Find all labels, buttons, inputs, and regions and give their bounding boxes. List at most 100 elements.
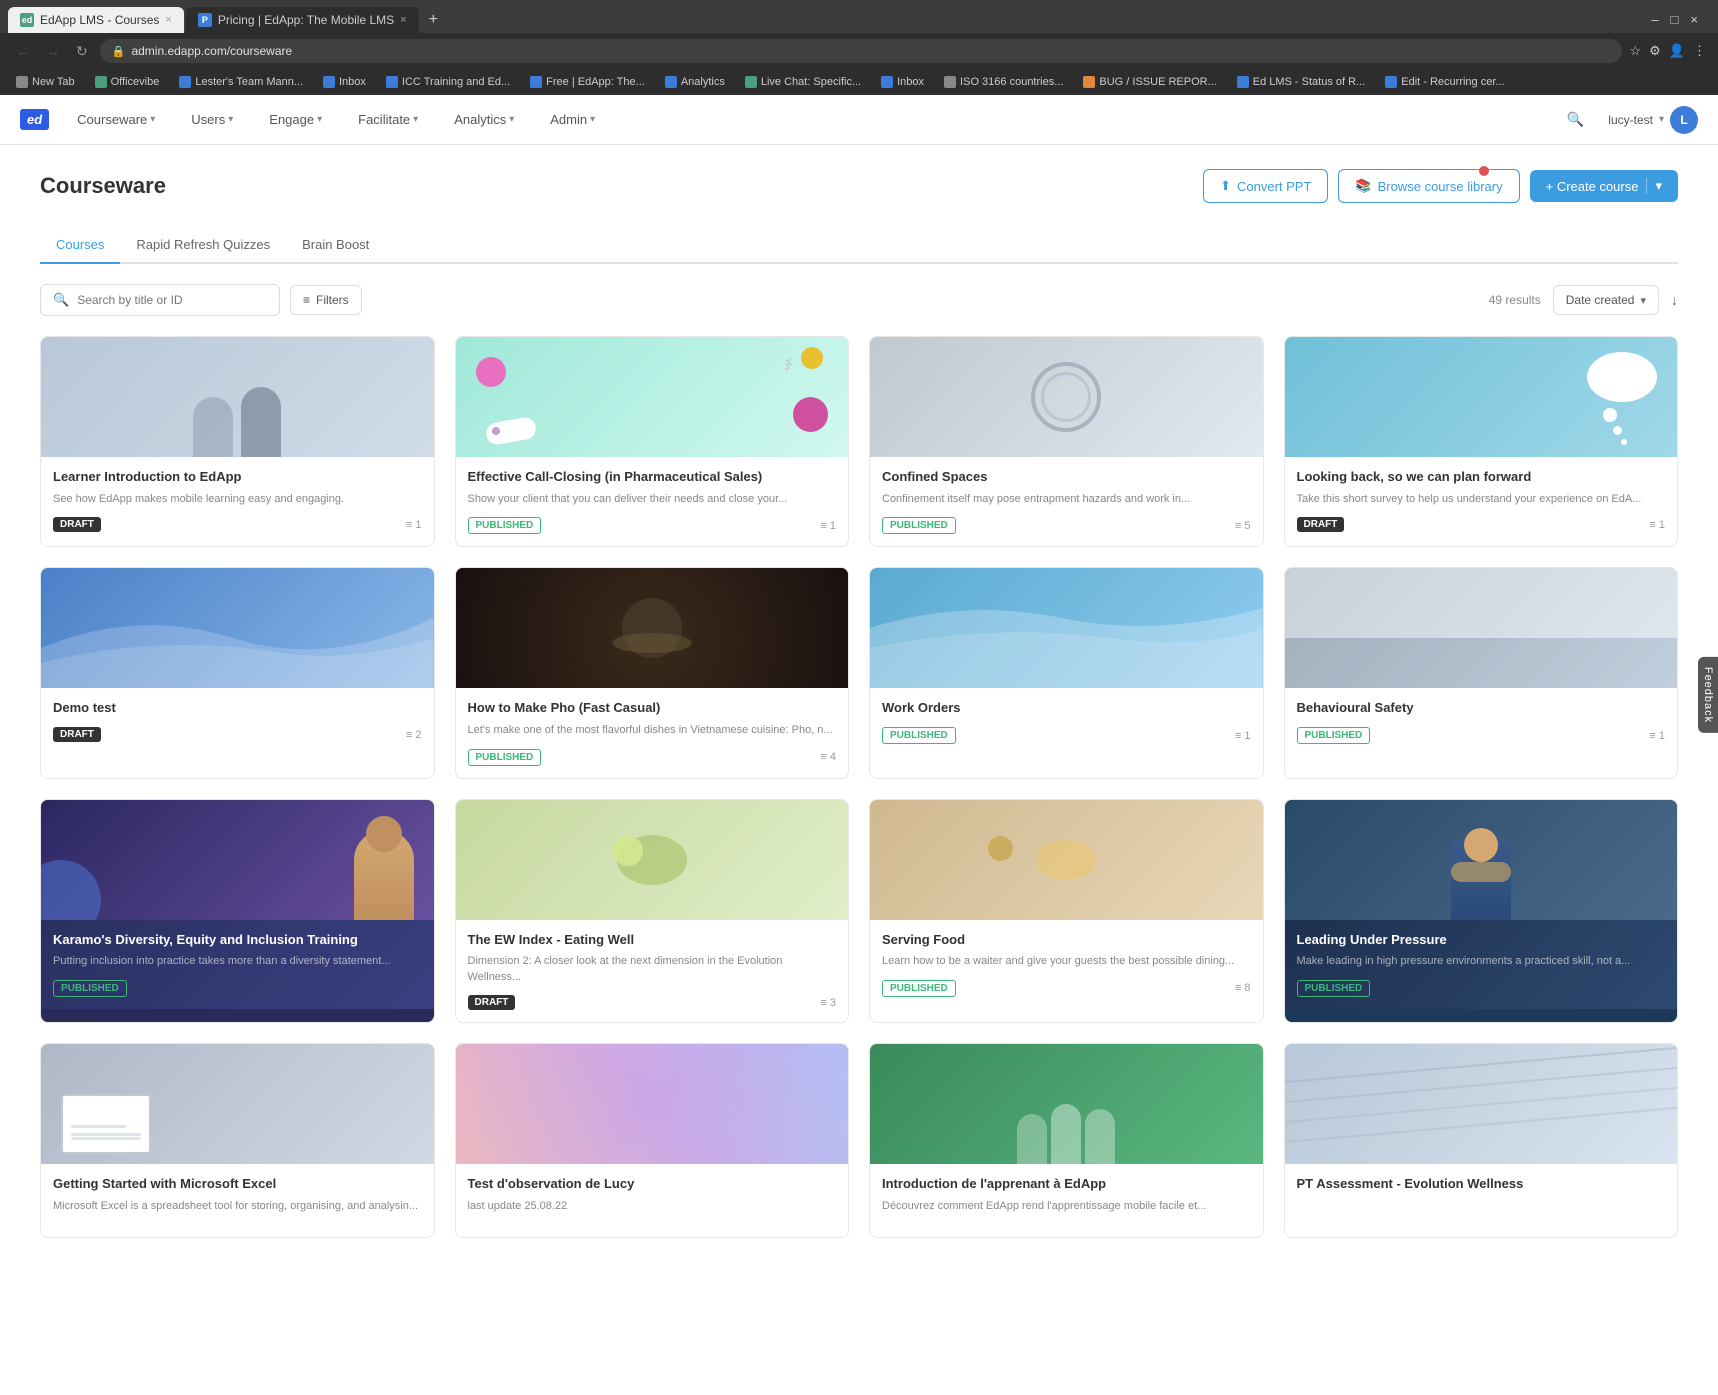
nav-users-label: Users <box>191 112 225 127</box>
course-card-serving-food[interactable]: Serving Food Learn how to be a waiter an… <box>869 799 1264 1024</box>
status-badge: PUBLISHED <box>1297 727 1371 744</box>
tab-pricing[interactable]: P Pricing | EdApp: The Mobile LMS × <box>186 7 419 33</box>
tab-edapp[interactable]: ed EdApp LMS - Courses × <box>8 7 184 33</box>
course-card-demo-test[interactable]: Demo test DRAFT ≡ 2 <box>40 567 435 778</box>
course-body: How to Make Pho (Fast Casual) Let's make… <box>456 688 849 777</box>
tab-close-pricing[interactable]: × <box>400 14 406 26</box>
bookmark-inbox2[interactable]: Inbox <box>873 73 932 91</box>
course-thumb-diversity <box>41 800 434 920</box>
close-window-button[interactable]: × <box>1690 12 1698 27</box>
sort-chevron-icon: ▾ <box>1640 294 1646 307</box>
filter-label: Filters <box>316 293 349 307</box>
course-footer: DRAFT ≡ 2 <box>53 727 422 742</box>
bookmark-free-edapp[interactable]: Free | EdApp: The... <box>522 73 653 91</box>
tab-brain-boost[interactable]: Brain Boost <box>286 227 385 264</box>
profile-icon[interactable]: 👤 <box>1669 43 1685 59</box>
nav-courseware-chevron: ▾ <box>150 114 155 125</box>
app-logo[interactable]: ed <box>20 109 49 130</box>
course-body: Getting Started with Microsoft Excel Mic… <box>41 1164 434 1236</box>
browse-library-icon: 📚 <box>1355 178 1371 194</box>
reload-button[interactable]: ↻ <box>72 41 92 62</box>
course-card-looking-back[interactable]: Looking back, so we can plan forward Tak… <box>1284 336 1679 547</box>
convert-ppt-button[interactable]: ⬆ Convert PPT <box>1203 169 1328 203</box>
bookmark-bug[interactable]: BUG / ISSUE REPOR... <box>1075 73 1224 91</box>
course-card-work-orders[interactable]: Work Orders PUBLISHED ≡ 1 <box>869 567 1264 778</box>
sort-direction-icon[interactable]: ↓ <box>1671 292 1678 308</box>
sort-button[interactable]: Date created ▾ <box>1553 285 1659 315</box>
nav-admin-chevron: ▾ <box>590 114 595 125</box>
back-button[interactable]: ← <box>12 41 34 61</box>
nav-engage-chevron: ▾ <box>317 114 322 125</box>
course-card-intro-fr[interactable]: Introduction de l'apprenant à EdApp Déco… <box>869 1043 1264 1237</box>
filters-button[interactable]: ≡ Filters <box>290 285 362 315</box>
course-body: Behavioural Safety PUBLISHED ≡ 1 <box>1285 688 1678 756</box>
course-card-behavioural-safety[interactable]: Behavioural Safety PUBLISHED ≡ 1 <box>1284 567 1679 778</box>
status-badge: PUBLISHED <box>882 517 956 534</box>
bookmark-officevibe[interactable]: Officevibe <box>87 73 168 91</box>
filter-icon: ≡ <box>303 293 310 307</box>
course-footer: DRAFT ≡ 1 <box>53 517 422 532</box>
tab-brain-boost-label: Brain Boost <box>302 237 369 252</box>
tab-bar: ed EdApp LMS - Courses × P Pricing | EdA… <box>0 0 1718 33</box>
page-content: Courseware ⬆ Convert PPT 📚 Browse course… <box>0 145 1718 1395</box>
new-tab-button[interactable]: + <box>421 11 446 29</box>
ssl-lock-icon: 🔒 <box>112 45 126 58</box>
create-course-dropdown-arrow[interactable]: ▾ <box>1646 178 1662 194</box>
tab-favicon-pricing: P <box>198 13 212 27</box>
search-input[interactable] <box>77 293 267 307</box>
bookmark-iso[interactable]: ISO 3166 countries... <box>936 73 1071 91</box>
course-body: Looking back, so we can plan forward Tak… <box>1285 457 1678 544</box>
bookmark-star-icon[interactable]: ☆ <box>1630 43 1642 59</box>
course-card-leading-under-pressure[interactable]: Leading Under Pressure Make leading in h… <box>1284 799 1679 1024</box>
url-bar[interactable]: 🔒 admin.edapp.com/courseware <box>100 39 1622 63</box>
forward-button[interactable]: → <box>42 41 64 61</box>
course-card-confined-spaces[interactable]: Confined Spaces Confinement itself may p… <box>869 336 1264 547</box>
search-box[interactable]: 🔍 <box>40 284 280 316</box>
bookmark-lester[interactable]: Lester's Team Mann... <box>171 73 311 91</box>
course-card-diversity[interactable]: Karamo's Diversity, Equity and Inclusion… <box>40 799 435 1024</box>
course-card-call-closing[interactable]: ⚕ Effective Call-Closing (in Pharmaceuti… <box>455 336 850 547</box>
course-card-pho[interactable]: How to Make Pho (Fast Casual) Let's make… <box>455 567 850 778</box>
bookmark-inbox1[interactable]: Inbox <box>315 73 374 91</box>
course-card-learner-intro[interactable]: Learner Introduction to EdApp See how Ed… <box>40 336 435 547</box>
bookmark-label: ICC Training and Ed... <box>402 76 510 88</box>
course-card-excel[interactable]: Getting Started with Microsoft Excel Mic… <box>40 1043 435 1237</box>
course-card-pt-assessment[interactable]: PT Assessment - Evolution Wellness <box>1284 1043 1679 1237</box>
course-desc: Show your client that you can deliver th… <box>468 492 837 507</box>
tab-close-edapp[interactable]: × <box>165 14 171 26</box>
user-dropdown[interactable]: lucy-test ▾ L <box>1608 106 1698 134</box>
browse-library-button[interactable]: 📚 Browse course library <box>1338 169 1519 203</box>
feedback-sidebar[interactable]: Feedback <box>1698 657 1718 733</box>
nav-courseware[interactable]: Courseware ▾ <box>69 96 163 143</box>
tab-rapid-refresh[interactable]: Rapid Refresh Quizzes <box>120 227 286 264</box>
course-thumb-demo-test <box>41 568 434 688</box>
bookmark-label: Inbox <box>897 76 924 88</box>
bookmark-analytics[interactable]: Analytics <box>657 73 733 91</box>
nav-analytics[interactable]: Analytics ▾ <box>446 96 522 143</box>
tab-favicon-edapp: ed <box>20 13 34 27</box>
nav-users[interactable]: Users ▾ <box>183 96 241 143</box>
course-card-eating-well[interactable]: The EW Index - Eating Well Dimension 2: … <box>455 799 850 1024</box>
bookmark-icc[interactable]: ICC Training and Ed... <box>378 73 518 91</box>
course-card-lucy-test[interactable]: Test d'observation de Lucy last update 2… <box>455 1043 850 1237</box>
minimize-button[interactable]: – <box>1651 12 1658 27</box>
bookmark-livechat[interactable]: Live Chat: Specific... <box>737 73 869 91</box>
bookmark-status[interactable]: Ed LMS - Status of R... <box>1229 73 1374 91</box>
bookmark-label: Live Chat: Specific... <box>761 76 861 88</box>
extensions-icon[interactable]: ⚙ <box>1649 43 1661 59</box>
header-search-icon[interactable]: 🔍 <box>1563 107 1588 132</box>
nav-engage[interactable]: Engage ▾ <box>261 96 330 143</box>
menu-icon[interactable]: ⋮ <box>1693 43 1706 59</box>
header-actions: ⬆ Convert PPT 📚 Browse course library + … <box>1203 169 1678 203</box>
nav-admin[interactable]: Admin ▾ <box>542 96 603 143</box>
course-footer: PUBLISHED ≡ 1 <box>468 517 837 534</box>
lesson-count: ≡ 1 <box>1235 730 1251 742</box>
nav-facilitate[interactable]: Facilitate ▾ <box>350 96 426 143</box>
maximize-button[interactable]: □ <box>1671 12 1679 27</box>
course-title: Looking back, so we can plan forward <box>1297 469 1666 486</box>
bookmark-edit[interactable]: Edit - Recurring cer... <box>1377 73 1512 91</box>
tab-courses[interactable]: Courses <box>40 227 120 264</box>
course-footer: PUBLISHED ≡ 5 <box>882 517 1251 534</box>
create-course-button[interactable]: + Create course ▾ <box>1530 170 1678 202</box>
bookmark-new-tab[interactable]: New Tab <box>8 73 83 91</box>
